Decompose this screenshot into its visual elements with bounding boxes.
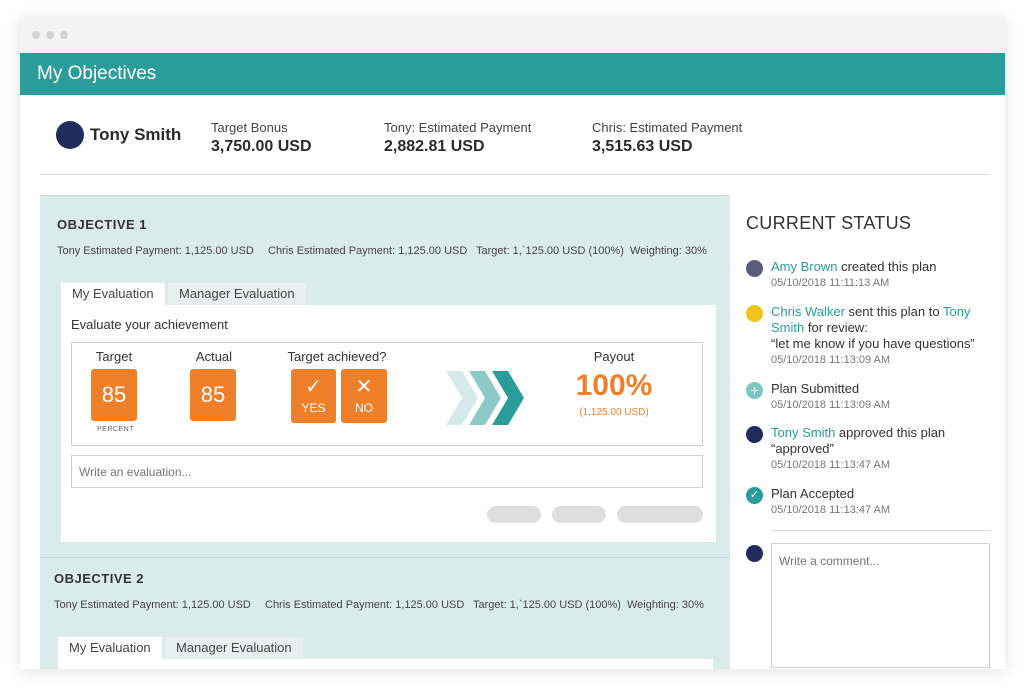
evaluation-card: Evaluate your achievement Target 85 PERC… (61, 305, 716, 542)
page-title: My Objectives (37, 63, 157, 84)
event-time: 05/10/2018 11:13:47 AM (771, 459, 891, 471)
event-action: approved this plan (835, 425, 946, 440)
event-action: for review: (804, 320, 868, 335)
tab-manager-evaluation[interactable]: Manager Evaluation (168, 283, 306, 305)
tab-my-evaluation[interactable]: My Evaluation (58, 637, 162, 659)
target-label: Target (95, 349, 133, 364)
stat-value: 2,882.81 USD (384, 138, 485, 155)
no-button[interactable]: ✕ NO (341, 369, 387, 423)
stat-value: 3,515.63 USD (592, 138, 693, 155)
objective-divider (40, 557, 730, 558)
tony-payment-stat: Tony: Estimated Payment 2,882.81 USD (384, 120, 531, 156)
objective-2-title: OBJECTIVE 2 (54, 571, 145, 586)
summary-bar: Tony Smith Target Bonus 3,750.00 USD Ton… (40, 95, 990, 175)
objective-1-title: OBJECTIVE 1 (57, 217, 148, 232)
action-button[interactable] (487, 506, 541, 523)
check-icon: ✓ (305, 376, 322, 398)
yes-label: YES (301, 401, 326, 415)
user-name: Tony Smith (90, 125, 182, 144)
stat-value: 3,750.00 USD (211, 138, 312, 155)
window-dot (60, 31, 68, 39)
status-heading: CURRENT STATUS (746, 213, 912, 233)
chris-payment-stat: Chris: Estimated Payment 3,515.63 USD (592, 120, 742, 156)
status-panel: CURRENT STATUS Amy Brown created this pl… (745, 195, 990, 669)
stat-label: Tony: Estimated Payment (384, 120, 532, 135)
event-quote: “let me know if you have questions” (771, 336, 975, 351)
objective-2-tony-payment: Tony Estimated Payment: 1,125.00 USD (54, 599, 251, 611)
evaluation-summary: Target 85 PERCENT Actual 85 Target achie… (71, 342, 703, 446)
target-bonus-stat: Target Bonus 3,750.00 USD (211, 120, 312, 156)
event-time: 05/10/2018 11:13:47 AM (771, 504, 891, 516)
app-window: My Objectives Tony Smith Target Bonus 3,… (20, 17, 1005, 669)
comment-input[interactable] (771, 543, 990, 668)
actor-link[interactable]: Chris Walker (771, 304, 845, 319)
event-quote: “approved” (771, 441, 834, 456)
objective-2-weighting: Weighting: 30% (627, 599, 704, 611)
avatar (746, 260, 763, 277)
window-dot (46, 31, 54, 39)
objective-1-target: Target: 1,`125.00 USD (100%) (476, 245, 624, 257)
payout-label: Payout (593, 349, 635, 364)
event-text: Amy Brown created this plan 05/10/2018 1… (771, 259, 991, 291)
avatar (746, 426, 763, 443)
objective-2-target: Target: 1,`125.00 USD (100%) (473, 599, 621, 611)
event-action: created this plan (837, 259, 937, 274)
actor-link[interactable]: Tony Smith (771, 425, 835, 440)
evaluation-card (58, 659, 713, 669)
objectives-panel: OBJECTIVE 1 Tony Estimated Payment: 1,12… (40, 195, 730, 669)
target-value-tile: 85 (91, 369, 137, 421)
payout-amount: (1,125.00 USD) (579, 407, 649, 418)
actual-label: Actual (195, 349, 233, 364)
status-divider (771, 530, 990, 531)
avatar (746, 545, 763, 562)
tab-my-evaluation[interactable]: My Evaluation (61, 283, 165, 305)
tab-manager-evaluation[interactable]: Manager Evaluation (165, 637, 303, 659)
event-text: Plan Submitted 05/10/2018 11:13:09 AM (771, 381, 991, 413)
close-icon: ✕ (355, 376, 373, 398)
action-button[interactable] (617, 506, 703, 523)
event-action: sent this plan to (844, 304, 943, 319)
check-icon: ✓ (746, 487, 763, 504)
action-button[interactable] (552, 506, 606, 523)
stat-label: Chris: Estimated Payment (592, 120, 743, 135)
avatar (746, 305, 763, 322)
payout-value: 100% (575, 369, 653, 402)
event-text: Tony Smith approved this plan “approved”… (771, 425, 991, 473)
event-time: 05/10/2018 11:13:09 AM (771, 354, 891, 366)
event-text: Plan Accepted 05/10/2018 11:13:47 AM (771, 486, 991, 518)
objective-1-chris-payment: Chris Estimated Payment: 1,125.00 USD (268, 245, 468, 257)
avatar[interactable] (56, 121, 84, 149)
event-text: Chris Walker sent this plan to Tony Smit… (771, 304, 991, 368)
event-time: 05/10/2018 11:11:13 AM (771, 277, 890, 289)
app-header: My Objectives (20, 53, 1005, 95)
stat-label: Target Bonus (211, 120, 288, 135)
event-action: Plan Accepted (771, 486, 855, 501)
yes-button[interactable]: ✓ YES (291, 369, 336, 423)
objective-1-tony-payment: Tony Estimated Payment: 1,125.00 USD (57, 245, 254, 257)
actual-value-tile: 85 (190, 369, 236, 421)
target-achieved-label: Target achieved? (287, 349, 387, 364)
objective-2-chris-payment: Chris Estimated Payment: 1,125.00 USD (265, 599, 465, 611)
objective-1-weighting: Weighting: 30% (630, 245, 707, 257)
evaluation-heading: Evaluate your achievement (71, 317, 228, 332)
event-action: Plan Submitted (771, 381, 860, 396)
event-time: 05/10/2018 11:13:09 AM (771, 399, 891, 411)
window-dot (32, 31, 40, 39)
plus-icon: + (746, 382, 763, 399)
no-label: NO (355, 401, 373, 415)
actor-link[interactable]: Amy Brown (771, 259, 837, 274)
window-chrome (20, 17, 1005, 53)
evaluation-input[interactable] (71, 455, 703, 488)
target-unit-label: PERCENT (97, 426, 134, 433)
chevron-right-icon (446, 371, 524, 425)
